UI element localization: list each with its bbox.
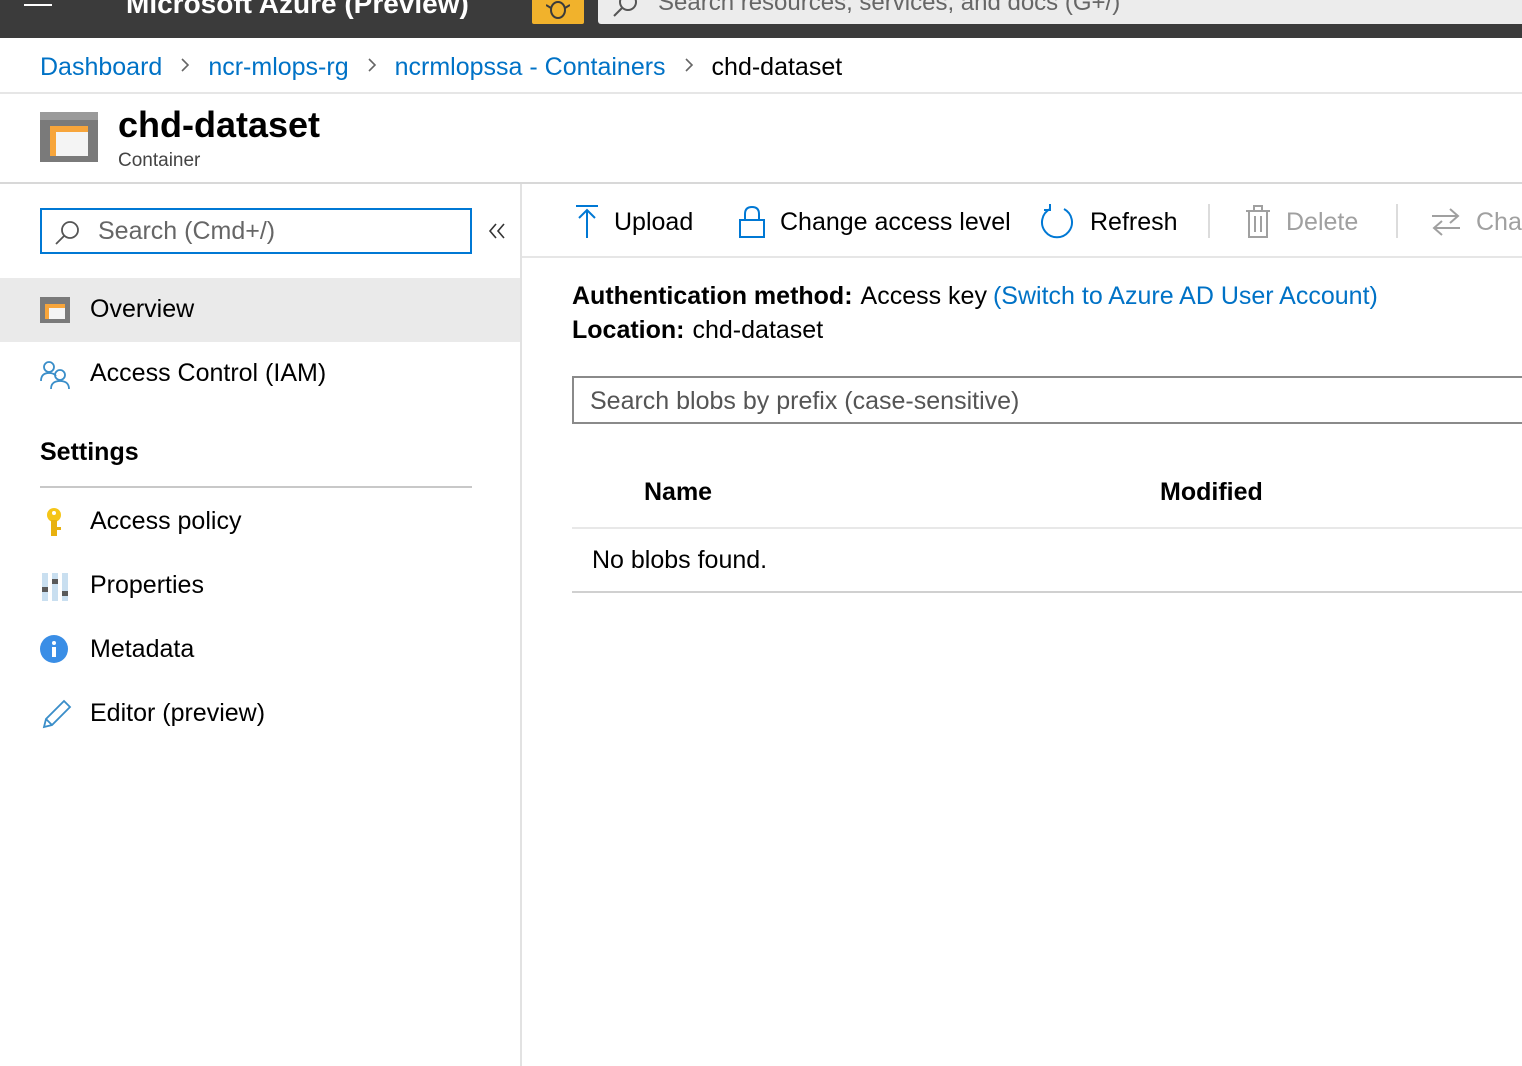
change-tier-label: Cha	[1476, 207, 1522, 236]
info-icon	[40, 635, 68, 663]
breadcrumb-current: chd-dataset	[711, 52, 843, 81]
pencil-icon	[42, 699, 72, 729]
authentication-method-label: Authentication method:	[572, 282, 853, 310]
container-icon	[40, 112, 98, 162]
breadcrumb-divider	[0, 92, 1522, 94]
command-bar-divider	[522, 256, 1522, 258]
bug-icon	[546, 1, 570, 19]
location-row: Location: chd-dataset	[572, 316, 823, 345]
nav-search-input[interactable]	[98, 216, 458, 246]
refresh-button[interactable]: Refresh	[1040, 202, 1178, 242]
authentication-method-value: Access key	[860, 282, 987, 310]
upload-label: Upload	[614, 207, 694, 236]
nav-item-label: Properties	[90, 571, 204, 599]
nav-item-label: Access Control (IAM)	[90, 359, 327, 387]
nav-item-label: Metadata	[90, 635, 195, 663]
nav-search-box[interactable]	[40, 208, 472, 254]
hamburger-icon[interactable]	[24, 0, 52, 10]
refresh-icon	[1041, 204, 1073, 239]
search-icon	[55, 221, 79, 245]
key-icon	[47, 508, 61, 536]
refresh-label: Refresh	[1090, 207, 1178, 236]
page-title: chd-dataset	[118, 104, 321, 145]
command-separator	[1396, 204, 1398, 238]
settings-divider	[40, 486, 472, 488]
location-label: Location:	[572, 316, 685, 344]
breadcrumb-dashboard[interactable]: Dashboard	[40, 53, 162, 82]
authentication-method-row: Authentication method: Access key (Switch …	[572, 282, 1378, 311]
settings-heading: Settings	[40, 438, 139, 466]
delete-label: Delete	[1286, 207, 1359, 236]
container-icon	[40, 297, 70, 323]
command-bar: Upload Change access level Refresh Delet…	[522, 184, 1522, 258]
chevron-right-icon	[368, 58, 376, 72]
upload-button[interactable]: Upload	[574, 202, 693, 242]
upload-icon	[576, 205, 598, 238]
nav-item-editor[interactable]: Editor (preview)	[0, 682, 520, 746]
empty-state-message: No blobs found.	[592, 546, 768, 574]
nav-item-label: Overview	[90, 295, 195, 323]
column-header-name[interactable]: Name	[644, 478, 712, 507]
blob-search-input[interactable]	[590, 386, 1490, 416]
page-subtitle: Container	[118, 150, 201, 171]
feedback-button[interactable]	[532, 0, 584, 24]
trash-icon	[1246, 205, 1270, 238]
nav-item-label: Editor (preview)	[90, 699, 266, 727]
breadcrumb: Dashboard ncr-mlops-rg ncrmlopssa - Cont…	[40, 50, 842, 84]
double-chevron-left-icon[interactable]	[486, 220, 508, 242]
location-value: chd-dataset	[692, 316, 824, 344]
blob-search-box[interactable]	[572, 376, 1522, 424]
nav-item-overview[interactable]: Overview	[0, 278, 520, 342]
table-bottom-divider	[572, 591, 1522, 593]
app-title[interactable]: Microsoft Azure (Preview)	[126, 0, 469, 20]
nav-item-properties[interactable]: Properties	[0, 554, 520, 618]
switch-auth-link[interactable]: (Switch to Azure AD User Account)	[993, 282, 1378, 310]
change-tier-button[interactable]: Cha	[1430, 202, 1522, 242]
breadcrumb-containers[interactable]: ncrmlopssa - Containers	[395, 53, 666, 82]
change-access-level-button[interactable]: Change access level	[738, 202, 1011, 242]
sliders-icon	[42, 573, 68, 601]
delete-button[interactable]: Delete	[1244, 202, 1358, 242]
chevron-right-icon	[684, 58, 693, 72]
breadcrumb-resource-group[interactable]: ncr-mlops-rg	[208, 53, 348, 82]
nav-item-label: Access policy	[90, 507, 242, 535]
chevron-right-icon	[181, 58, 190, 72]
swap-icon	[1432, 208, 1460, 236]
lock-icon	[739, 205, 765, 238]
people-icon	[40, 361, 70, 390]
global-search-placeholder: Search resources, services, and docs (G+…	[658, 0, 1121, 16]
nav-item-metadata[interactable]: Metadata	[0, 618, 520, 682]
top-bar: Microsoft Azure (Preview) Search resourc…	[0, 0, 1522, 38]
nav-item-access-policy[interactable]: Access policy	[0, 490, 520, 554]
global-search-input[interactable]: Search resources, services, and docs (G+…	[598, 0, 1522, 24]
change-access-level-label: Change access level	[780, 207, 1011, 236]
command-separator	[1208, 204, 1210, 238]
column-header-modified[interactable]: Modified	[1160, 478, 1263, 507]
search-icon	[613, 0, 637, 17]
nav-item-access-control[interactable]: Access Control (IAM)	[0, 342, 520, 406]
nav-divider	[520, 184, 522, 1066]
table-header-divider	[572, 527, 1522, 529]
left-navigation: Overview Access Control (IAM) Settings A…	[0, 184, 520, 1066]
